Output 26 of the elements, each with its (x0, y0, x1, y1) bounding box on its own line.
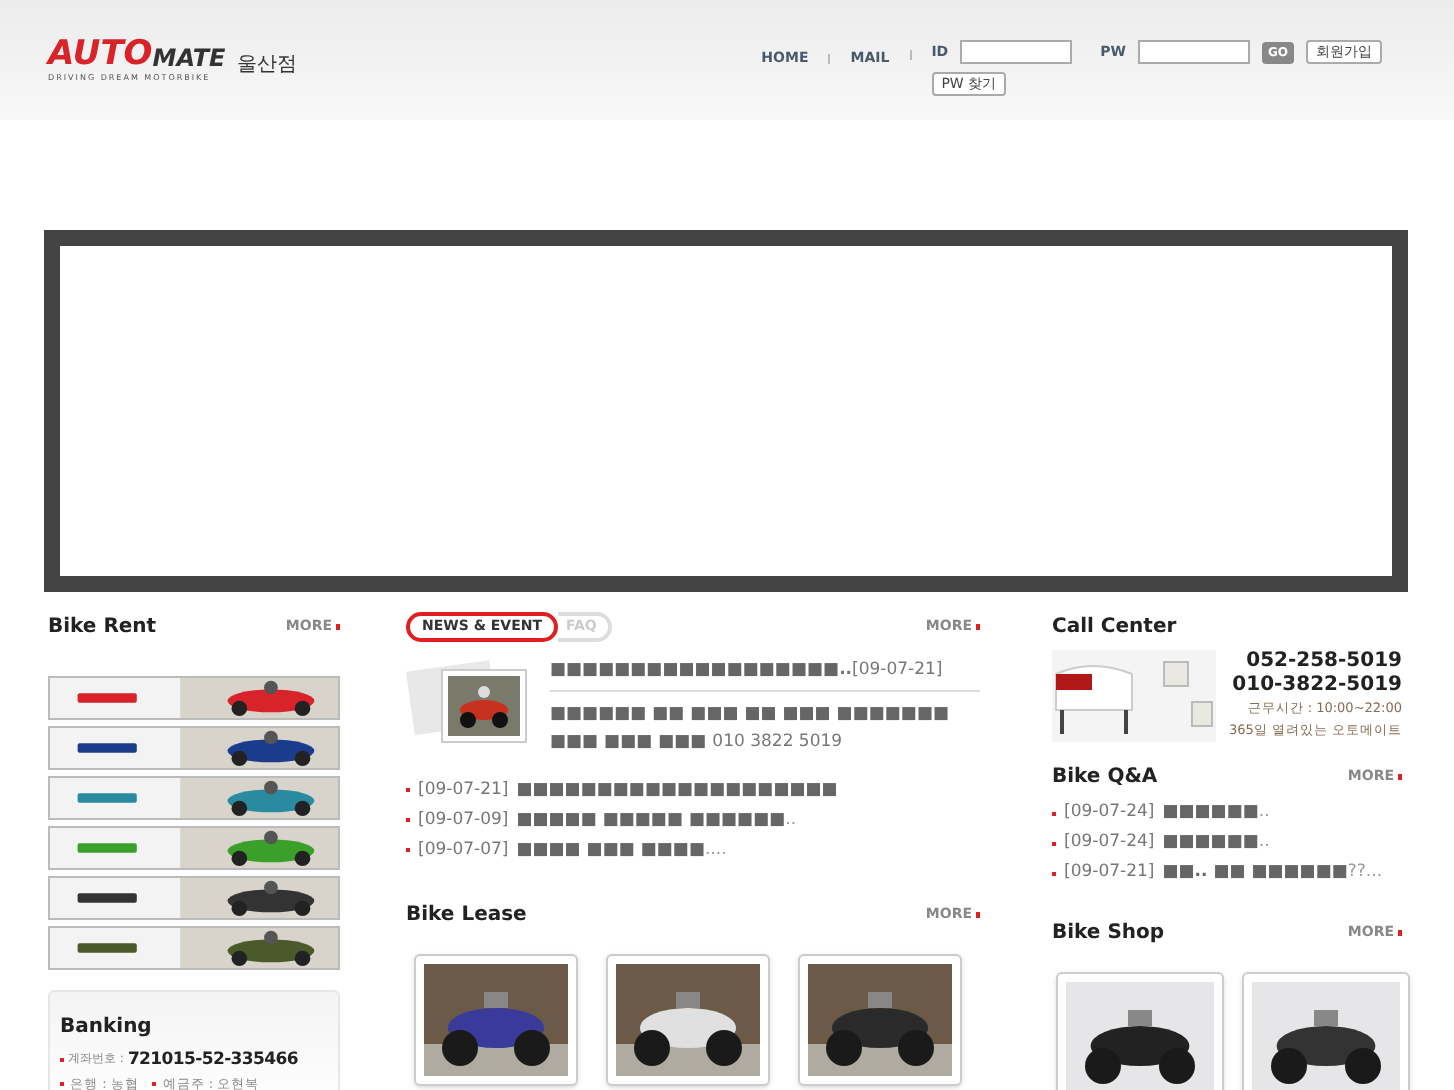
list-date: [09-07-24] (1064, 800, 1155, 826)
section-title: Call Center (1052, 614, 1177, 642)
phone-number: 052-258-5019 (1246, 650, 1402, 674)
list-date: [09-07-07] (418, 837, 509, 864)
list-date: [09-07-09] (418, 807, 509, 834)
section-title: Bike Rent (48, 614, 157, 642)
featured-news-text: ■■■■■■ ■■ ■■■ ■■ ■■■ ■■■■■■■ ■■■ ■■■ ■■■ 010 3822 5019 (550, 701, 952, 756)
list-link[interactable]: ■■■■■ ■■■■■ ■■■■■■.. (516, 805, 797, 836)
list-link[interactable]: ■■■■■■.. (1162, 798, 1270, 828)
list-date: [09-07-21] (1064, 860, 1155, 886)
list-date: [09-07-21] (418, 777, 509, 804)
section-title: Bike Lease (406, 901, 527, 930)
list-date: [09-07-24] (1064, 830, 1155, 856)
section-title: Bike Shop (1052, 920, 1165, 948)
featured-news-title[interactable]: ■■■■■■■■■■■■■■■■■■..[09-07-21] (550, 658, 980, 692)
section-title: Bike Q&A (1052, 764, 1158, 792)
phone-number: 010-3822-5019 (1232, 674, 1402, 698)
list-link[interactable]: ■■.. ■■ ■■■■■■??... (1162, 858, 1383, 888)
list-link[interactable]: ■■■■ ■■■ ■■■■.... (516, 835, 727, 866)
section-title: Banking (60, 1016, 152, 1038)
pw-field[interactable] (1137, 40, 1250, 64)
branch-name: 울산점 (237, 52, 298, 80)
id-field[interactable] (960, 40, 1073, 64)
list-link[interactable]: ■■■■■■■■■■■■■■■■■■■■ (516, 775, 838, 806)
account-number: 721015-52-335466 (127, 1048, 298, 1072)
list-link[interactable]: ■■■■■■.. (1162, 828, 1270, 858)
